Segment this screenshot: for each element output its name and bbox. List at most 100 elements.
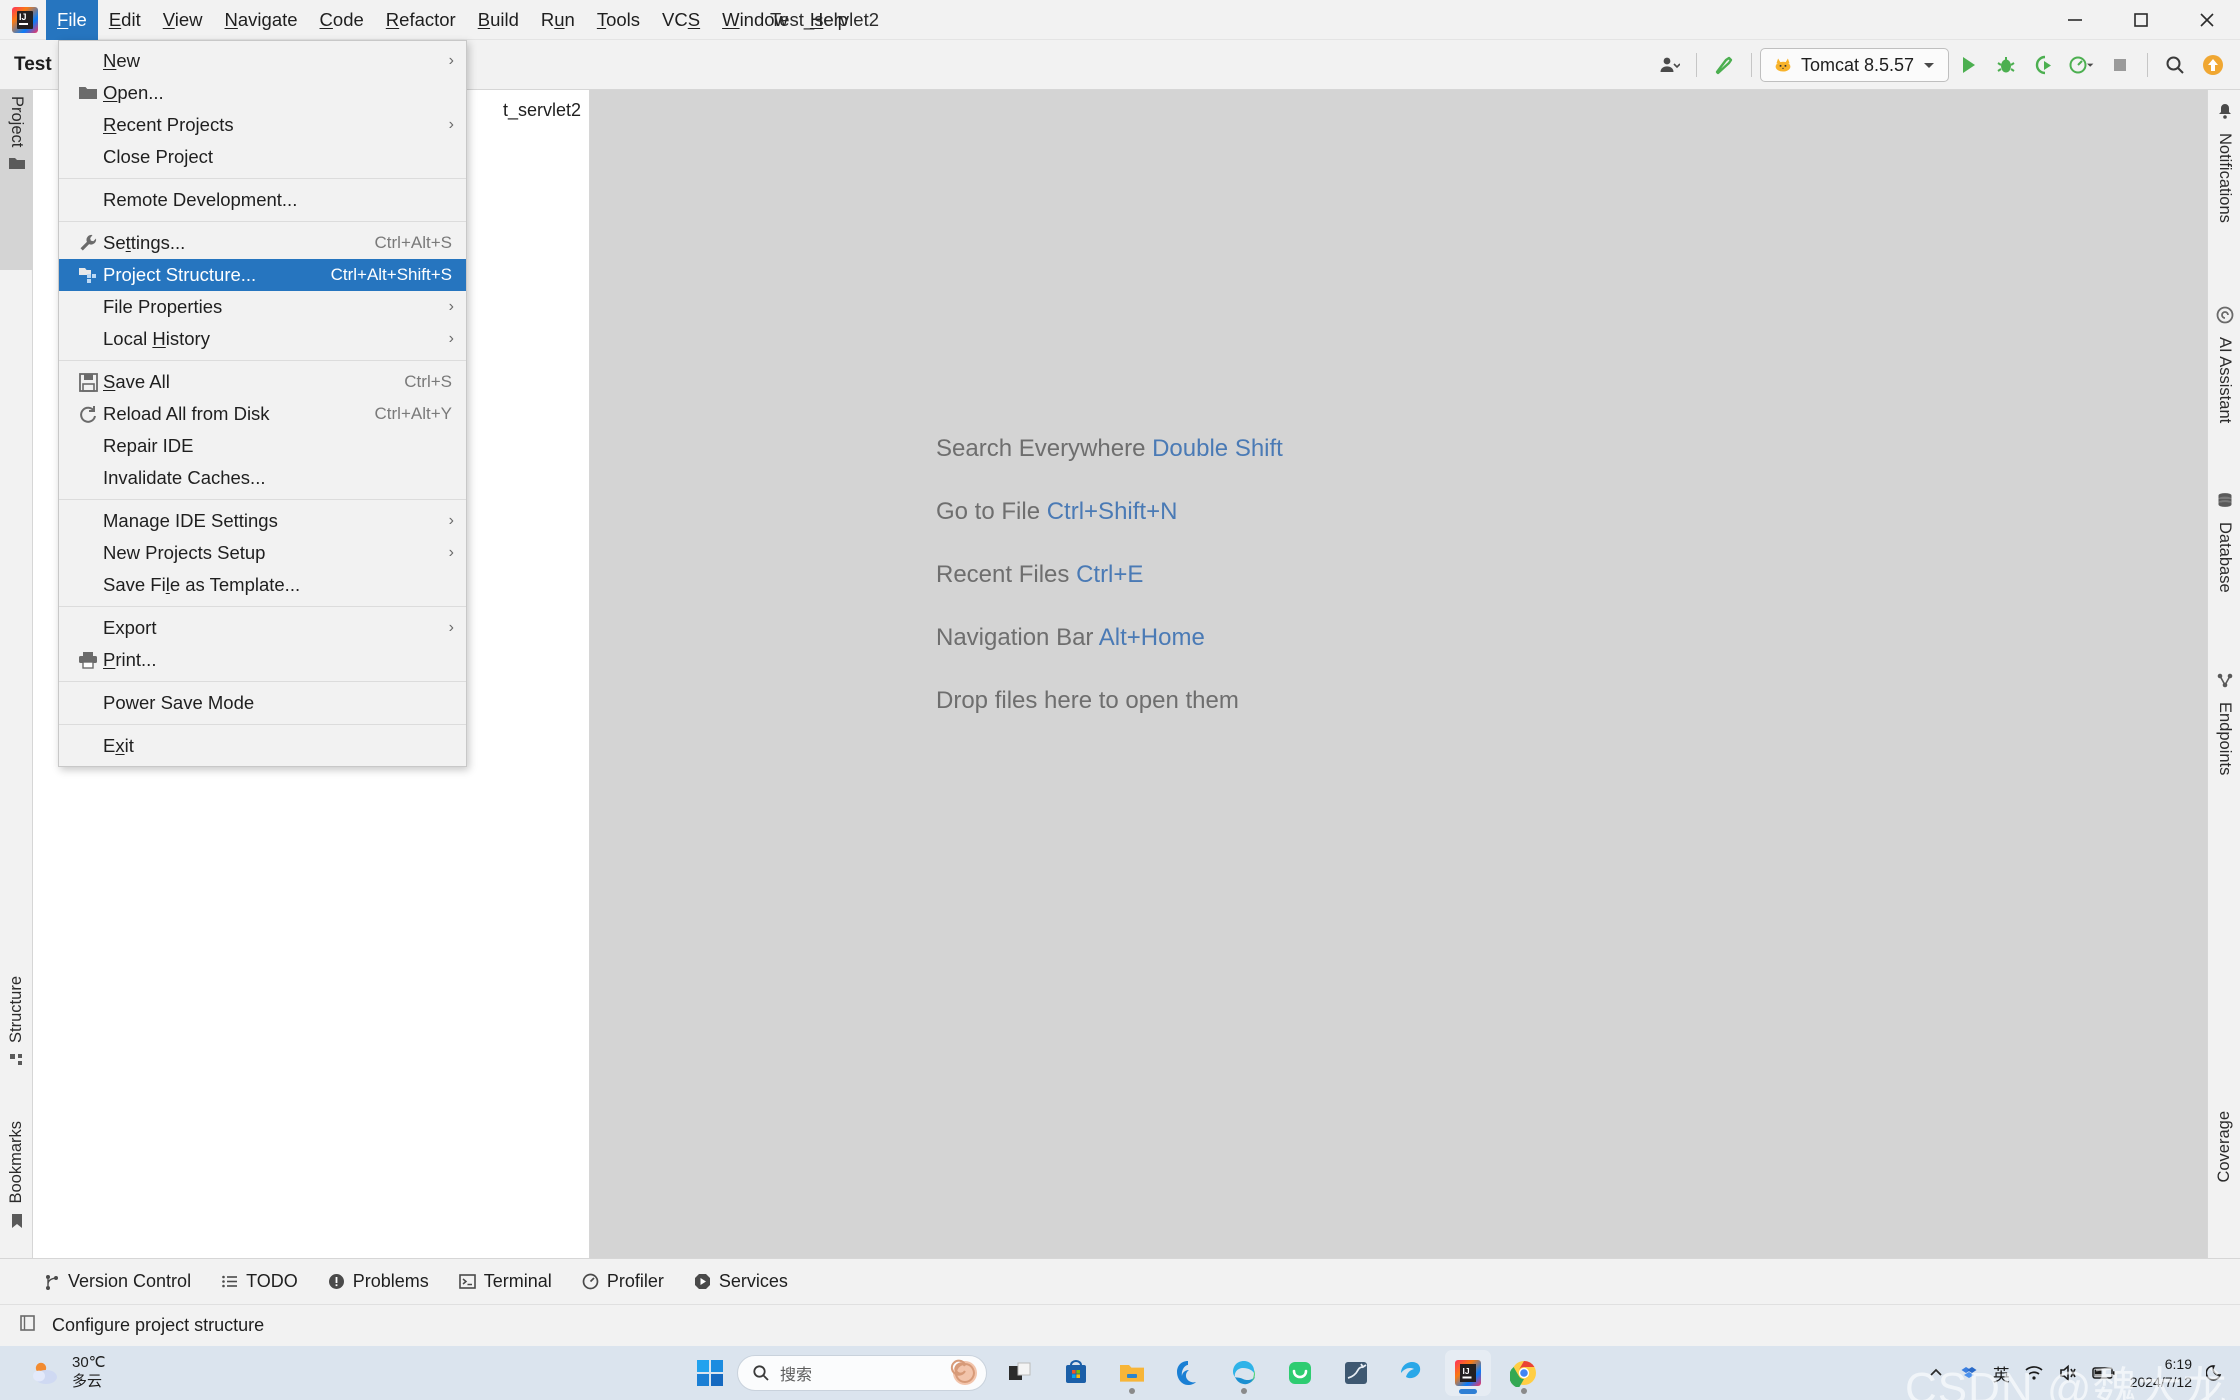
- sidebar-item-bookmarks[interactable]: Bookmarks: [0, 1115, 33, 1280]
- bottom-item-problems[interactable]: Problems: [328, 1271, 429, 1292]
- chevron-up-icon[interactable]: [1927, 1364, 1945, 1382]
- menu-item-shortcut: Ctrl+Alt+Y: [374, 404, 452, 423]
- file-menu-item-export[interactable]: Export ›: [59, 612, 466, 644]
- menubar-item-build[interactable]: Build: [467, 0, 530, 40]
- taskbar-app-zen-browser[interactable]: [1389, 1350, 1435, 1396]
- file-menu-item-remote-development[interactable]: Remote Development...: [59, 184, 466, 216]
- taskbar-app-microsoft-store[interactable]: [1053, 1350, 1099, 1396]
- file-menu-item-new[interactable]: New ›: [59, 45, 466, 77]
- menubar-item-view[interactable]: View: [152, 0, 214, 40]
- debug-button[interactable]: [1987, 40, 2025, 90]
- file-menu-item-power-save-mode[interactable]: Power Save Mode: [59, 687, 466, 719]
- menu-item-label: Save All: [103, 371, 170, 392]
- file-menu-item-invalidate-caches[interactable]: Invalidate Caches...: [59, 462, 466, 494]
- taskbar-search-box[interactable]: 搜索: [737, 1355, 987, 1391]
- bottom-item-services[interactable]: Services: [694, 1271, 788, 1292]
- taskbar-app-intellij-idea[interactable]: IJ: [1445, 1350, 1491, 1396]
- file-menu-item-repair-ide[interactable]: Repair IDE: [59, 430, 466, 462]
- file-menu-item-new-projects-setup[interactable]: New Projects Setup ›: [59, 537, 466, 569]
- updates-available-icon[interactable]: [2194, 40, 2232, 90]
- divider: [1695, 53, 1697, 77]
- file-menu-item-local-history[interactable]: Local History ›: [59, 323, 466, 355]
- partly-cloudy-icon: [33, 1362, 57, 1384]
- menu-item-label: Print...: [103, 649, 157, 670]
- maximize-button[interactable]: [2108, 0, 2174, 40]
- build-hammer-icon[interactable]: [1705, 40, 1743, 90]
- moon-notification-icon[interactable]: [2206, 1363, 2226, 1383]
- problems-icon: [328, 1274, 344, 1289]
- taskbar-app-file-explorer[interactable]: [1109, 1350, 1155, 1396]
- bottom-item-todo[interactable]: TODO: [221, 1271, 298, 1292]
- file-menu-item-recent-projects[interactable]: Recent Projects ›: [59, 109, 466, 141]
- file-menu-item-settings[interactable]: Settings... Ctrl+Alt+S: [59, 227, 466, 259]
- sidebar-item-coverage[interactable]: Coverage: [2208, 1105, 2240, 1275]
- taskbar-app-google-chrome[interactable]: [1501, 1350, 1547, 1396]
- menubar-item-navigate[interactable]: Navigate: [214, 0, 309, 40]
- database-icon: [2216, 491, 2234, 514]
- taskbar-app-edge-legacy[interactable]: [1165, 1350, 1211, 1396]
- menu-item-shortcut: Ctrl+Alt+S: [374, 233, 452, 252]
- taskbar-app-task-view[interactable]: [997, 1350, 1043, 1396]
- editor-hints: Search Everywhere Double Shift Go to File…: [936, 435, 1283, 750]
- menubar-item-file[interactable]: File: [46, 0, 98, 40]
- taskbar-app-wechat[interactable]: [1277, 1350, 1323, 1396]
- taskbar-app-microsoft-edge[interactable]: [1221, 1350, 1267, 1396]
- minimize-button[interactable]: [2042, 0, 2108, 40]
- sidebar-item-notifications[interactable]: Notifications: [2208, 96, 2240, 286]
- file-menu-item-manage-ide-settings[interactable]: Manage IDE Settings ›: [59, 505, 466, 537]
- bottom-item-version-control[interactable]: Version Control: [44, 1271, 191, 1292]
- weather-temperature: 30℃: [72, 1354, 106, 1372]
- menubar-item-run[interactable]: Run: [530, 0, 586, 40]
- menu-item-label: Remote Development...: [103, 189, 298, 210]
- file-menu-item-save-file-as-template[interactable]: Save File as Template...: [59, 569, 466, 601]
- file-menu-item-print[interactable]: Print...: [59, 644, 466, 676]
- menubar-item-edit[interactable]: Edit: [98, 0, 152, 40]
- intellij-logo-icon: IJ: [12, 6, 38, 33]
- dropbox-icon[interactable]: [1959, 1363, 1979, 1383]
- close-button[interactable]: [2174, 0, 2240, 40]
- sidebar-item-database[interactable]: Database: [2208, 485, 2240, 655]
- sidebar-item-endpoints[interactable]: Endpoints: [2208, 665, 2240, 850]
- search-icon[interactable]: [2156, 40, 2194, 90]
- sidebar-item-project[interactable]: Project: [0, 90, 33, 270]
- menu-item-label: Export: [103, 617, 157, 638]
- file-menu-item-project-structure[interactable]: Project Structure... Ctrl+Alt+Shift+S: [59, 259, 466, 291]
- sidebar-item-ai-assistant[interactable]: AI Assistant: [2208, 300, 2240, 475]
- profiler-button[interactable]: [2063, 40, 2101, 90]
- chevron-right-icon: ›: [448, 330, 454, 347]
- bottom-item-terminal[interactable]: Terminal: [458, 1271, 552, 1292]
- run-configuration-selector[interactable]: Tomcat 8.5.57: [1759, 48, 1949, 82]
- no-icon: [73, 617, 103, 639]
- menubar-item-code[interactable]: Code: [309, 0, 375, 40]
- speaker-icon[interactable]: [2058, 1364, 2078, 1382]
- run-button[interactable]: [1949, 40, 1987, 90]
- no-icon: [73, 467, 103, 489]
- project-tab-label[interactable]: Test: [14, 40, 52, 90]
- start-button[interactable]: [693, 1356, 727, 1390]
- bottom-item-profiler[interactable]: Profiler: [582, 1271, 664, 1292]
- sidebar-item-structure[interactable]: Structure: [0, 970, 33, 1105]
- taskbar-app-mysql-workbench[interactable]: [1333, 1350, 1379, 1396]
- taskbar-clock[interactable]: 6:19 2024/7/12: [2130, 1355, 2192, 1391]
- menubar-item-vcs[interactable]: VCS: [651, 0, 711, 40]
- ime-indicator[interactable]: 英: [1993, 1361, 2010, 1386]
- stop-button[interactable]: [2101, 40, 2139, 90]
- file-menu-item-close-project[interactable]: Close Project: [59, 141, 466, 173]
- sidebar-item-label: Database: [2216, 522, 2234, 593]
- wifi-icon[interactable]: [2024, 1364, 2044, 1382]
- hint-action: Recent Files: [936, 561, 1077, 588]
- file-menu-item-save-all[interactable]: Save All Ctrl+S: [59, 366, 466, 398]
- sidebar-item-label: AI Assistant: [2216, 337, 2234, 424]
- menubar-item-refactor[interactable]: Refactor: [375, 0, 467, 40]
- file-menu-item-reload-all-from-disk[interactable]: Reload All from Disk Ctrl+Alt+Y: [59, 398, 466, 430]
- battery-icon[interactable]: [2091, 1366, 2116, 1380]
- bottom-tool-window-bar: Version Control TODO Problems Terminal P…: [0, 1258, 2240, 1304]
- user-account-icon[interactable]: [1650, 40, 1688, 90]
- taskbar-weather-widget[interactable]: 30℃ 多云: [30, 1354, 106, 1392]
- menubar-item-tools[interactable]: Tools: [586, 0, 651, 40]
- file-menu-item-exit[interactable]: Exit: [59, 730, 466, 762]
- file-menu-item-open[interactable]: Open...: [59, 77, 466, 109]
- memory-indicator-icon[interactable]: [18, 1313, 38, 1338]
- file-menu-item-file-properties[interactable]: File Properties ›: [59, 291, 466, 323]
- run-with-coverage-button[interactable]: [2025, 40, 2063, 90]
